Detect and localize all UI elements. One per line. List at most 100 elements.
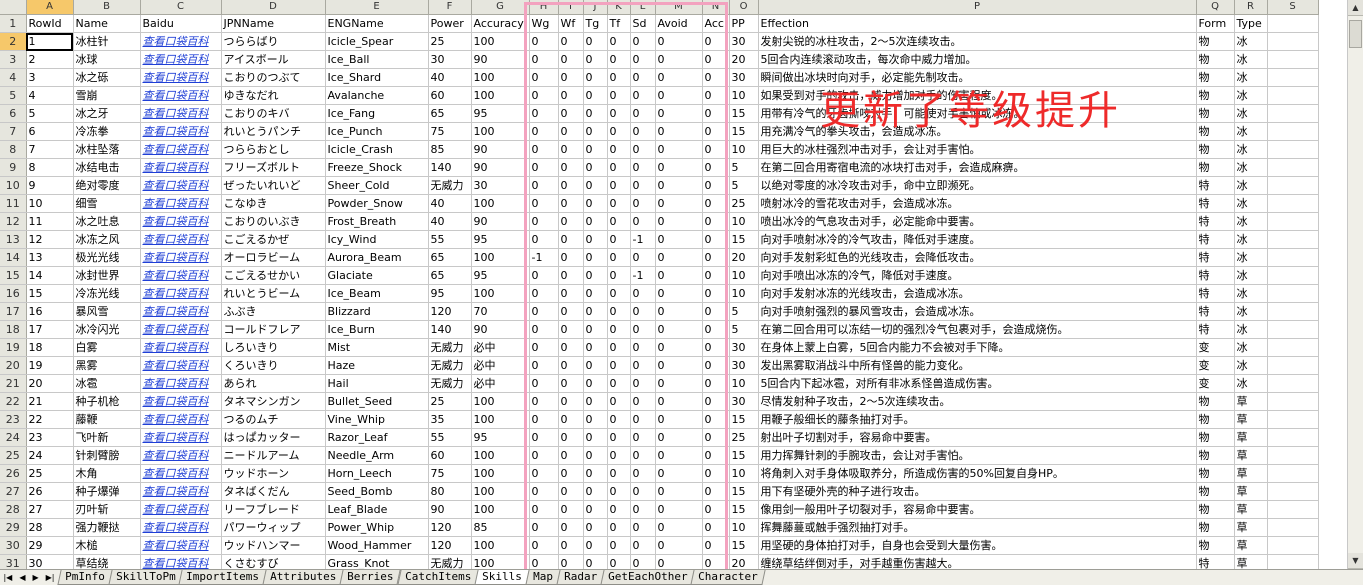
table-cell[interactable]: 15	[729, 104, 759, 123]
table-cell[interactable]: 0	[607, 104, 631, 123]
table-cell[interactable]: 0	[558, 482, 584, 501]
table-cell[interactable]: 0	[702, 410, 730, 429]
sheet-tab-skilltopm[interactable]: SkillToPm	[108, 570, 183, 585]
table-cell[interactable]: 0	[702, 248, 730, 267]
table-cell[interactable]: 0	[702, 554, 730, 569]
table-cell[interactable]: 20	[26, 374, 74, 393]
table-cell[interactable]: 95	[471, 266, 530, 285]
column-letter-b[interactable]: B	[73, 0, 141, 15]
table-cell[interactable]: 15	[729, 482, 759, 501]
table-cell[interactable]: 100	[471, 248, 530, 267]
table-cell[interactable]: 0	[558, 518, 584, 537]
table-cell[interactable]: 10	[729, 140, 759, 159]
baidu-link[interactable]: 查看口袋百科	[140, 230, 222, 249]
row-number[interactable]: 10	[0, 176, 27, 195]
sheet-tab-character[interactable]: Character	[690, 570, 766, 585]
table-cell[interactable]: Ice_Burn	[325, 320, 429, 339]
table-cell[interactable]: 0	[607, 68, 631, 87]
table-cell[interactable]: Avalanche	[325, 86, 429, 105]
table-cell[interactable]: 0	[529, 410, 559, 429]
row-number[interactable]: 26	[0, 464, 27, 483]
table-cell[interactable]: 冷冻光线	[73, 284, 141, 303]
table-cell[interactable]: 黑雾	[73, 356, 141, 375]
table-cell[interactable]: 26	[26, 482, 74, 501]
table-cell[interactable]: 冰	[1234, 158, 1268, 177]
table-cell[interactable]: 0	[655, 158, 703, 177]
table-cell[interactable]: 强力鞭挞	[73, 518, 141, 537]
table-cell[interactable]: 0	[655, 392, 703, 411]
table-cell[interactable]	[1267, 536, 1319, 555]
table-cell[interactable]: 尽情发射种子攻击，2～5次连续攻击。	[758, 392, 1197, 411]
table-cell[interactable]: 1	[26, 32, 74, 51]
table-cell[interactable]: 0	[529, 428, 559, 447]
column-letter-h[interactable]: H	[529, 0, 559, 15]
table-cell[interactable]: 冰之牙	[73, 104, 141, 123]
table-cell[interactable]: 30	[729, 338, 759, 357]
table-cell[interactable]: 白雾	[73, 338, 141, 357]
row-number[interactable]: 23	[0, 410, 27, 429]
table-cell[interactable]: 草	[1234, 464, 1268, 483]
table-cell[interactable]: 无威力	[428, 356, 472, 375]
table-cell[interactable]: 120	[428, 302, 472, 321]
row-number[interactable]: 1	[0, 14, 27, 33]
table-cell[interactable]: 100	[471, 482, 530, 501]
spreadsheet-table[interactable]: A B C D E F G H I J K L M N O P Q R S 1 RowId Name Baidu JPNNam…	[0, 0, 1319, 569]
column-letter-d[interactable]: D	[221, 0, 326, 15]
row-number[interactable]: 22	[0, 392, 27, 411]
table-cell[interactable]: はっぱカッター	[221, 428, 326, 447]
table-cell[interactable]: こおりのつぶて	[221, 68, 326, 87]
table-cell[interactable]: あられ	[221, 374, 326, 393]
table-cell[interactable]: 100	[471, 500, 530, 519]
baidu-link[interactable]: 查看口袋百科	[140, 518, 222, 537]
table-cell[interactable]: 0	[529, 266, 559, 285]
table-cell[interactable]: 0	[607, 500, 631, 519]
table-cell[interactable]: Leaf_Blade	[325, 500, 429, 519]
table-cell[interactable]: 0	[702, 86, 730, 105]
table-cell[interactable]: 0	[702, 32, 730, 51]
table-cell[interactable]: 冷冻拳	[73, 122, 141, 141]
table-cell[interactable]: -1	[529, 248, 559, 267]
table-cell[interactable]: 10	[26, 194, 74, 213]
table-cell[interactable]: Horn_Leech	[325, 464, 429, 483]
table-cell[interactable]: 10	[729, 464, 759, 483]
table-cell[interactable]: 0	[655, 212, 703, 231]
table-cell[interactable]: 0	[630, 446, 656, 465]
table-cell[interactable]: 草	[1234, 428, 1268, 447]
table-cell[interactable]: 95	[471, 428, 530, 447]
table-cell[interactable]: 冰	[1234, 374, 1268, 393]
table-cell[interactable]	[1267, 446, 1319, 465]
table-cell[interactable]: 草	[1234, 446, 1268, 465]
table-cell[interactable]: 100	[471, 32, 530, 51]
table-cell[interactable]: 冰	[1234, 68, 1268, 87]
row-number[interactable]: 31	[0, 554, 27, 569]
table-cell[interactable]: 0	[583, 554, 608, 569]
table-cell[interactable]: 0	[630, 464, 656, 483]
table-cell[interactable]: 0	[702, 338, 730, 357]
column-letter-s[interactable]: S	[1267, 0, 1319, 15]
table-cell[interactable]: 0	[655, 68, 703, 87]
table-cell[interactable]: Ice_Shard	[325, 68, 429, 87]
table-cell[interactable]: 在第二回合用可以冻结一切的强烈冷气包裹对手，会造成烧伤。	[758, 320, 1197, 339]
table-cell[interactable]: 特	[1196, 320, 1235, 339]
table-cell[interactable]	[1267, 554, 1319, 569]
table-cell[interactable]: 刃叶斩	[73, 500, 141, 519]
table-cell[interactable]: オーロラビーム	[221, 248, 326, 267]
table-cell[interactable]: ニードルアーム	[221, 446, 326, 465]
sheet-tab-pminfo[interactable]: PmInfo	[57, 570, 113, 585]
table-cell[interactable]: 0	[630, 212, 656, 231]
table-cell[interactable]: 0	[630, 392, 656, 411]
table-cell[interactable]: 13	[26, 248, 74, 267]
table-cell[interactable]: Ice_Punch	[325, 122, 429, 141]
table-cell[interactable]: 0	[630, 428, 656, 447]
column-letter-q[interactable]: Q	[1196, 0, 1235, 15]
table-cell[interactable]: 草	[1234, 410, 1268, 429]
column-letter-i[interactable]: I	[558, 0, 584, 15]
table-cell[interactable]: 向对手发射彩虹色的光线攻击，会降低攻击。	[758, 248, 1197, 267]
table-cell[interactable]: 0	[558, 266, 584, 285]
table-cell[interactable]: パワーウィップ	[221, 518, 326, 537]
table-cell[interactable]: 冰	[1234, 248, 1268, 267]
table-cell[interactable]: 30	[729, 356, 759, 375]
table-cell[interactable]: Freeze_Shock	[325, 158, 429, 177]
sheet-tab-skills[interactable]: Skills	[474, 570, 530, 585]
column-letter-c[interactable]: C	[140, 0, 222, 15]
